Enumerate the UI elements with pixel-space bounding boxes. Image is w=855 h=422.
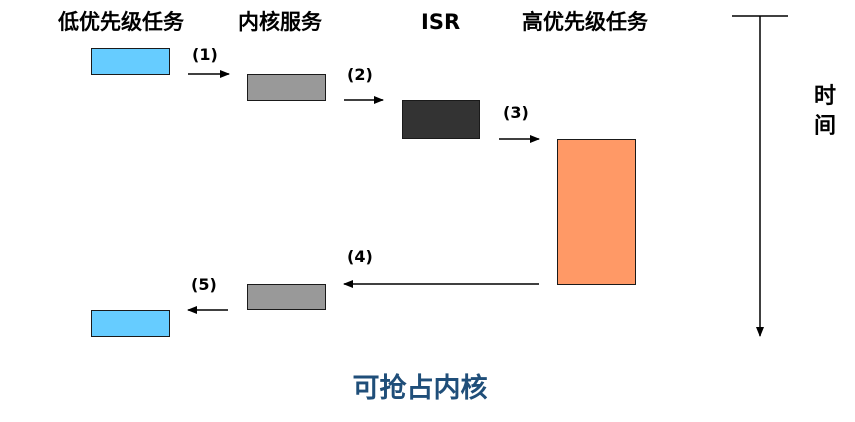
step-label-3: (3) xyxy=(503,103,529,122)
step-label-2: (2) xyxy=(347,65,373,84)
step-label-5: (5) xyxy=(191,275,217,294)
step-label-1: (1) xyxy=(192,45,218,64)
step-label-4: (4) xyxy=(347,247,373,266)
diagram-caption: 可抢占内核 xyxy=(352,373,488,404)
time-axis-label-2: 间 xyxy=(813,114,836,139)
time-axis-label-1: 时 xyxy=(813,84,836,109)
diagram-lines xyxy=(187,15,788,337)
